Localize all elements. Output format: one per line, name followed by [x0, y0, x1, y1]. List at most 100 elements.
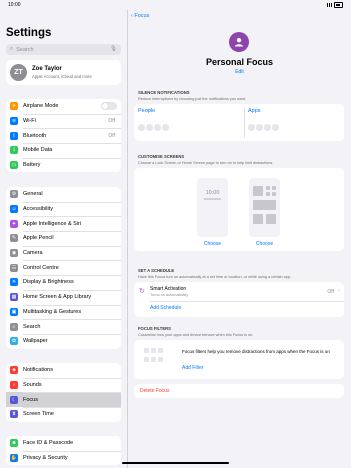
airplane-mode-toggle[interactable]: [101, 102, 117, 111]
wallpaper-icon: ✿: [10, 337, 18, 346]
filter-messages-icon: [158, 348, 163, 353]
apps-label: Apps: [248, 108, 261, 114]
sidebar-item-battery[interactable]: ▭ Battery: [6, 157, 121, 173]
back-button[interactable]: ‹ Focus: [131, 13, 149, 19]
screens-card: 10:00 Choose Choose: [134, 168, 344, 251]
person-icon: [229, 32, 249, 52]
screens-subtitle: Choose a Lock Screen or Home Screen page…: [138, 161, 274, 165]
sidebar-item-mobile-data[interactable]: ⟟ Mobile Data: [6, 143, 121, 158]
search-field[interactable]: ⌕ Search 🎙︎: [6, 44, 121, 55]
delete-focus-button[interactable]: Delete Focus: [140, 388, 169, 394]
smart-activation-icon: ↻: [139, 288, 145, 295]
focus-title: Personal Focus: [205, 57, 274, 67]
sidebar-item-value: Off: [108, 118, 115, 125]
sidebar-item-notifications[interactable]: ◈ Notifications: [6, 363, 121, 378]
speaker-icon: ♪: [10, 381, 18, 390]
sidebar-item-control-centre[interactable]: ☷ Control Centre: [6, 260, 121, 275]
sidebar-item-label: Sounds: [23, 382, 42, 389]
control-centre-icon: ☷: [10, 263, 18, 272]
sidebar-item-home-screen-and-app-library[interactable]: ▦ Home Screen & App Library: [6, 289, 121, 305]
bluetooth-icon: ᛒ: [10, 131, 18, 140]
hourglass-icon: ⧗: [10, 410, 18, 419]
sidebar-item-display-and-brightness[interactable]: ☀ Display & Brightness: [6, 275, 121, 290]
choose-lock-screen-button[interactable]: Choose: [186, 241, 239, 247]
apps-button[interactable]: Apps: [248, 108, 338, 137]
sidebar-item-label: Multitasking & Gestures: [23, 308, 82, 315]
sidebar-item-accessibility[interactable]: ☺ Accessibility: [6, 201, 121, 217]
chevron-right-icon: ›: [338, 288, 340, 294]
sidebar-item-label: Focus: [23, 396, 38, 403]
sidebar-item-bluetooth[interactable]: ᛒ Bluetooth Off: [6, 128, 121, 143]
moon-icon: ☾: [10, 395, 18, 404]
sidebar-item-label: General: [23, 191, 43, 198]
search-icon: ⌕: [10, 46, 14, 52]
hand-icon: ✋: [10, 454, 18, 463]
filters-card: Focus filters help you remove distractio…: [134, 340, 344, 379]
filter-safari-icon: [144, 357, 149, 362]
settings-group-notifications: ◈ Notifications ♪ Sounds ☾ Focus ⧗ Screen Time: [6, 363, 121, 422]
sidebar-item-label: Bluetooth: [23, 132, 47, 139]
sidebar-item-camera[interactable]: ◉ Camera: [6, 245, 121, 261]
gear-icon: ⚙: [10, 190, 18, 199]
camera-icon: ◉: [10, 249, 18, 258]
silence-heading: SILENCE NOTIFICATIONS: [138, 90, 190, 95]
sidebar-item-focus[interactable]: ☾ Focus: [6, 392, 121, 408]
sidebar-item-sounds[interactable]: ♪ Sounds: [6, 377, 121, 393]
sidebar-item-label: Camera: [23, 250, 43, 257]
home-indicator: [122, 462, 229, 464]
sidebar-item-label: Battery: [23, 162, 41, 169]
bell-icon: ◈: [10, 366, 18, 375]
profile-card[interactable]: ZT Zoe Taylor Apple Account, iCloud and …: [6, 60, 121, 85]
people-button[interactable]: People: [138, 108, 242, 137]
sidebar-item-search[interactable]: ⌕ Search: [6, 319, 121, 334]
battery-icon: ▭: [10, 161, 18, 170]
microphone-icon[interactable]: 🎙︎: [110, 46, 117, 52]
filter-calendar-icon: [144, 348, 149, 353]
sidebar-item-general[interactable]: ⚙ General: [6, 187, 121, 202]
lock-screen-time: 10:00: [205, 190, 220, 196]
brightness-icon: ☀: [10, 278, 18, 287]
settings-group-general: ⚙ General ☺ Accessibility ✦ Apple Intelligenc…: [6, 187, 121, 349]
battery-status-icon: [334, 2, 343, 8]
sidebar-item-multitasking-and-gestures[interactable]: ▣ Multitasking & Gestures: [6, 304, 121, 320]
home-screen-preview[interactable]: [249, 178, 280, 237]
smart-activation-row[interactable]: ↻ Smart Activation Turns on automaticall…: [134, 282, 344, 301]
sidebar-item-label: Face ID & Passcode: [23, 440, 74, 447]
add-filter-button[interactable]: Add Filter: [182, 365, 203, 371]
wifi-icon: ≋: [10, 117, 18, 126]
sidebar-item-label: Notifications: [23, 367, 53, 374]
sidebar-item-face-id-and-passcode[interactable]: ☻ Face ID & Passcode: [6, 436, 121, 451]
sidebar-item-privacy-and-security[interactable]: ✋ Privacy & Security: [6, 450, 121, 466]
sidebar-item-apple-pencil[interactable]: ✎ Apple Pencil: [6, 231, 121, 246]
home-screen-icon: ▦: [10, 293, 18, 302]
add-schedule-button[interactable]: Add Schedule: [150, 305, 181, 311]
pencil-icon: ✎: [10, 234, 18, 243]
screens-heading: CUSTOMISE SCREENS: [138, 154, 185, 159]
sidebar-item-apple-intelligence-and-siri[interactable]: ✦ Apple Intelligence & Siri: [6, 216, 121, 231]
filters-heading: FOCUS FILTERS: [138, 326, 171, 331]
people-label: People: [138, 108, 156, 114]
status-time: 10:00: [8, 2, 21, 8]
smart-activation-subtitle: Turns on automatically: [150, 293, 189, 297]
choose-home-screen-button[interactable]: Choose: [238, 241, 291, 247]
sidebar-item-screen-time[interactable]: ⧗ Screen Time: [6, 407, 121, 422]
signal-icon: [327, 3, 332, 7]
multitasking-icon: ▣: [10, 307, 18, 316]
search-placeholder: Search: [16, 46, 34, 53]
sidebar-item-airplane-mode[interactable]: ✈ Airplane Mode: [6, 99, 121, 114]
sidebar-item-label: Apple Intelligence & Siri: [23, 220, 82, 227]
lock-screen-preview[interactable]: 10:00: [197, 178, 228, 237]
sidebar-item-wallpaper[interactable]: ✿ Wallpaper: [6, 333, 121, 349]
sidebar-item-wi-fi[interactable]: ≋ Wi-Fi Off: [6, 113, 121, 129]
settings-group-security: ☻ Face ID & Passcode ✋ Privacy & Security: [6, 436, 121, 466]
filter-power-icon: [158, 357, 163, 362]
airplane-icon: ✈: [10, 102, 18, 111]
silence-card: People Apps: [134, 104, 344, 141]
schedule-subtitle: Have this Focus turn on automatically at…: [138, 275, 292, 279]
sidebar-item-label: Accessibility: [23, 206, 53, 213]
edit-focus-button[interactable]: Edit: [128, 69, 351, 75]
focus-detail-pane: ‹ Focus Personal Focus Edit SILENCE NOTI…: [128, 10, 351, 468]
people-avatars: [138, 118, 242, 136]
sidebar-item-label: Wi-Fi: [23, 118, 36, 125]
sidebar-item-label: Search: [23, 323, 41, 330]
